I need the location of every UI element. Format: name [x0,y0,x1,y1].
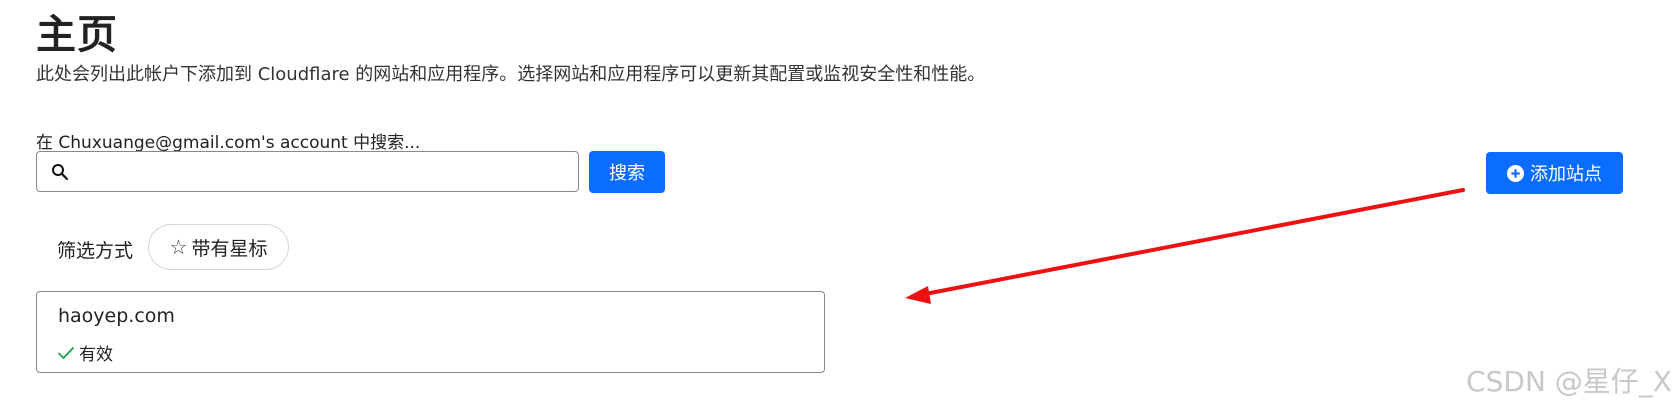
site-status: 有效 [57,340,113,365]
page-title: 主页 [36,12,118,58]
search-icon [52,164,69,181]
site-card[interactable]: haoyep.com 有效 [36,291,825,373]
filter-label: 筛选方式 [57,240,134,262]
starred-filter-chip[interactable]: ☆ 带有星标 [148,224,289,270]
page-description: 此处会列出此帐户下添加到 Cloudflare 的网站和应用程序。选择网站和应用… [36,64,986,85]
watermark: CSDN @星仔_X [1466,365,1672,398]
search-label: 在 Chuxuange@gmail.com's account 中搜索... [36,133,421,153]
star-outline-icon: ☆ [169,235,188,259]
page: 主页 此处会列出此帐户下添加到 Cloudflare 的网站和应用程序。选择网站… [0,0,1676,404]
search-button-label: 搜索 [609,163,645,184]
add-site-button[interactable]: 添加站点 [1486,152,1623,194]
add-site-label: 添加站点 [1530,164,1602,185]
plus-circle-icon [1507,164,1524,182]
search-button[interactable]: 搜索 [589,151,665,193]
site-status-label: 有效 [79,345,113,365]
search-box[interactable] [36,151,579,192]
search-input[interactable] [79,158,573,188]
check-icon [57,346,75,359]
starred-filter-label: 带有星标 [191,237,268,260]
site-name: haoyep.com [58,305,175,327]
